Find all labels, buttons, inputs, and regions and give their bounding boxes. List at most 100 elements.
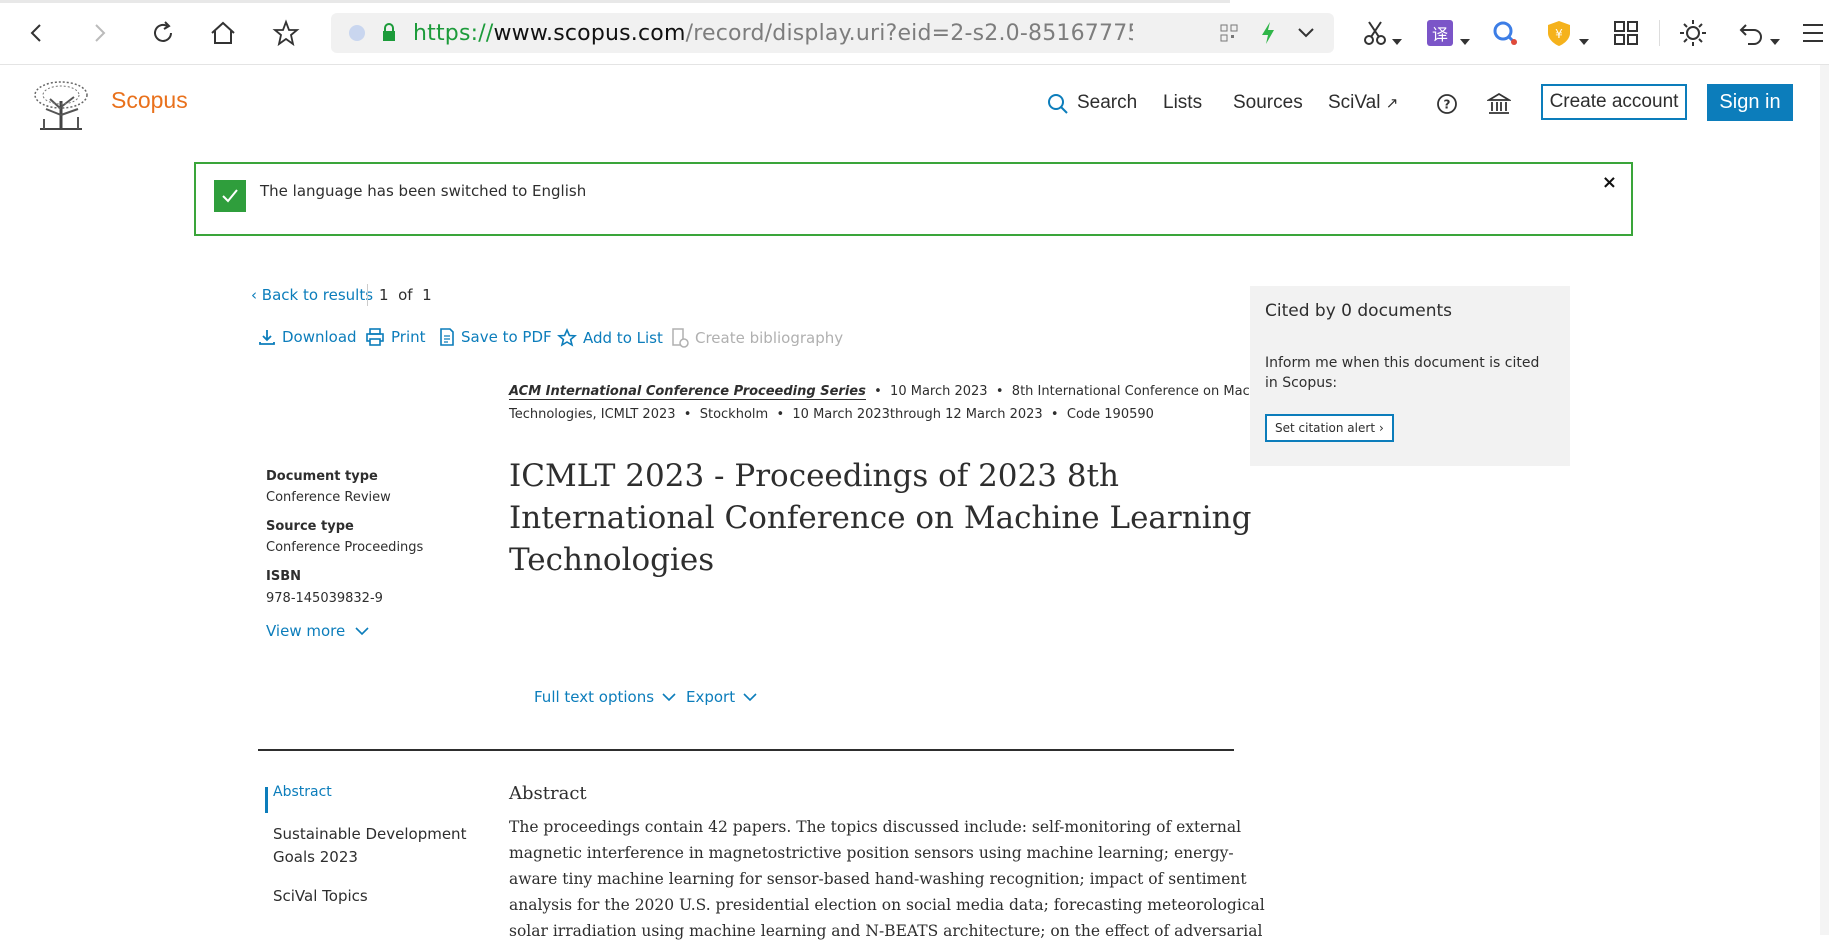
nav-sources[interactable]: Sources — [1233, 92, 1303, 114]
abstract-line: aware tiny machine learning for sensor-b… — [509, 870, 1247, 888]
help-icon[interactable]: ? — [1436, 93, 1458, 119]
title-line: ICMLT 2023 - Proceedings of 2023 8th — [509, 458, 1119, 494]
isbn-label: ISBN — [266, 569, 301, 584]
download-icon — [259, 330, 275, 345]
pager: 1 of 1 — [379, 286, 432, 304]
back-to-results-label: Back to results — [261, 286, 374, 304]
qr-code-icon[interactable] — [1220, 24, 1238, 46]
search-extension-icon[interactable] — [1486, 14, 1524, 52]
set-citation-alert-button[interactable]: Set citation alert › — [1265, 414, 1394, 442]
nav-scival-label: SciVal — [1328, 92, 1381, 113]
source-type-value: Conference Proceedings — [266, 540, 424, 555]
caret-down-icon[interactable] — [1579, 30, 1589, 49]
sign-in-button[interactable]: Sign in — [1707, 84, 1793, 121]
chevron-down-icon — [355, 627, 369, 636]
institution-icon[interactable] — [1485, 92, 1513, 120]
back-arrow-icon[interactable] — [18, 14, 56, 52]
export-dropdown[interactable]: Export — [686, 688, 757, 706]
scissors-icon[interactable] — [1356, 14, 1394, 52]
bullet: • — [991, 384, 1012, 399]
elsevier-tree-logo[interactable] — [32, 79, 90, 135]
sidenav-scival-topics[interactable]: SciVal Topics — [273, 887, 368, 905]
document-type-label: Document type — [266, 469, 378, 484]
brightness-icon[interactable] — [1674, 14, 1712, 52]
bullet: • — [869, 384, 891, 399]
bookmark-star-icon[interactable] — [267, 14, 305, 52]
isbn-value: 978-145039832-9 — [266, 591, 383, 606]
export-label: Export — [686, 688, 736, 706]
pdf-icon — [440, 328, 454, 346]
caret-down-icon[interactable] — [1392, 30, 1402, 49]
sidenav-abstract[interactable]: Abstract — [273, 784, 332, 800]
save-to-pdf-label: Save to PDF — [461, 328, 552, 346]
conference-location: Stockholm — [699, 407, 769, 422]
view-more-link[interactable]: View more — [266, 622, 369, 640]
nav-scival[interactable]: SciVal ↗ — [1328, 92, 1398, 114]
create-account-button[interactable]: Create account — [1541, 84, 1687, 120]
abstract-heading: Abstract — [509, 783, 587, 804]
nav-search[interactable]: Search — [1077, 92, 1137, 114]
abstract-line: analysis for the 2020 U.S. presidential … — [509, 896, 1265, 914]
chevron-down-icon — [662, 693, 676, 702]
document-type-value: Conference Review — [266, 490, 391, 505]
translate-icon[interactable]: 译 — [1427, 20, 1453, 46]
undo-icon[interactable] — [1732, 14, 1770, 52]
conference-name-cont: Technologies, ICMLT 2023 — [509, 407, 676, 422]
add-to-list-label: Add to List — [583, 329, 663, 347]
create-bibliography-button[interactable]: Create bibliography — [671, 328, 843, 348]
bullet: • — [679, 407, 700, 422]
caret-down-icon[interactable] — [1460, 30, 1470, 49]
set-citation-alert-label: Set citation alert — [1275, 421, 1376, 435]
abstract-line: solar irradiation using machine learning… — [509, 922, 1263, 940]
lock-icon — [381, 22, 397, 46]
chevron-left-icon: ‹ — [251, 286, 257, 304]
chevron-down-icon[interactable] — [1297, 25, 1315, 44]
caret-down-icon[interactable] — [1770, 30, 1780, 49]
download-label: Download — [282, 328, 357, 346]
alert-message: The language has been switched to Englis… — [260, 182, 587, 200]
lightning-icon[interactable] — [1259, 21, 1277, 49]
site-header: Scopus Search Lists Sources SciVal ↗ ? C… — [0, 65, 1829, 145]
address-bar[interactable]: https://www.scopus.com/record/display.ur… — [331, 13, 1334, 53]
close-icon[interactable]: × — [1602, 172, 1617, 193]
source-type-label: Source type — [266, 519, 354, 534]
create-bibliography-label: Create bibliography — [695, 329, 844, 347]
save-to-pdf-button[interactable]: Save to PDF — [439, 328, 552, 346]
full-text-options-dropdown[interactable]: Full text options — [534, 688, 676, 706]
browser-toolbar: https://www.scopus.com/record/display.ur… — [0, 0, 1829, 65]
url-text[interactable]: https://www.scopus.com/record/display.ur… — [413, 21, 1133, 46]
apps-grid-icon[interactable] — [1607, 14, 1645, 52]
view-more-label: View more — [266, 622, 346, 640]
page-title: ICMLT 2023 - Proceedings of 2023 8th Int… — [509, 455, 1251, 581]
home-icon[interactable] — [204, 14, 242, 52]
search-icon[interactable] — [1047, 93, 1069, 119]
abstract-line: The proceedings contain 42 papers. The t… — [509, 818, 1242, 836]
forward-arrow-icon[interactable] — [80, 14, 118, 52]
back-to-results-link[interactable]: ‹ Back to results — [251, 286, 373, 304]
active-indicator — [265, 787, 268, 813]
star-icon — [557, 328, 577, 347]
svg-text:¥: ¥ — [1555, 27, 1563, 41]
toolbar-divider — [1659, 20, 1660, 46]
download-button[interactable]: Download — [258, 328, 357, 346]
conference-code: Code 190590 — [1066, 407, 1154, 422]
bullet: • — [1046, 407, 1067, 422]
sidenav-sdg[interactable]: Sustainable Development Goals 2023 — [273, 823, 483, 869]
menu-icon[interactable] — [1794, 14, 1829, 52]
add-to-list-button[interactable]: Add to List — [557, 328, 663, 348]
reload-icon[interactable] — [144, 14, 182, 52]
conference-dates: 10 March 2023through 12 March 2023 — [792, 407, 1043, 422]
check-icon — [214, 180, 246, 212]
shield-coin-icon[interactable]: ¥ — [1540, 14, 1578, 52]
bibliography-icon — [672, 328, 689, 348]
scrollbar[interactable] — [1820, 65, 1829, 935]
scopus-logo[interactable]: Scopus — [111, 87, 188, 114]
cited-inform-text: Inform me when this document is cited in… — [1265, 355, 1540, 391]
print-button[interactable]: Print — [365, 328, 426, 346]
site-info-icon[interactable] — [349, 25, 365, 41]
section-divider — [258, 749, 1234, 751]
nav-lists[interactable]: Lists — [1163, 92, 1202, 114]
source-series-link[interactable]: ACM International Conference Proceeding … — [509, 384, 866, 400]
pager-divider — [367, 284, 368, 306]
chevron-down-icon — [743, 693, 757, 702]
